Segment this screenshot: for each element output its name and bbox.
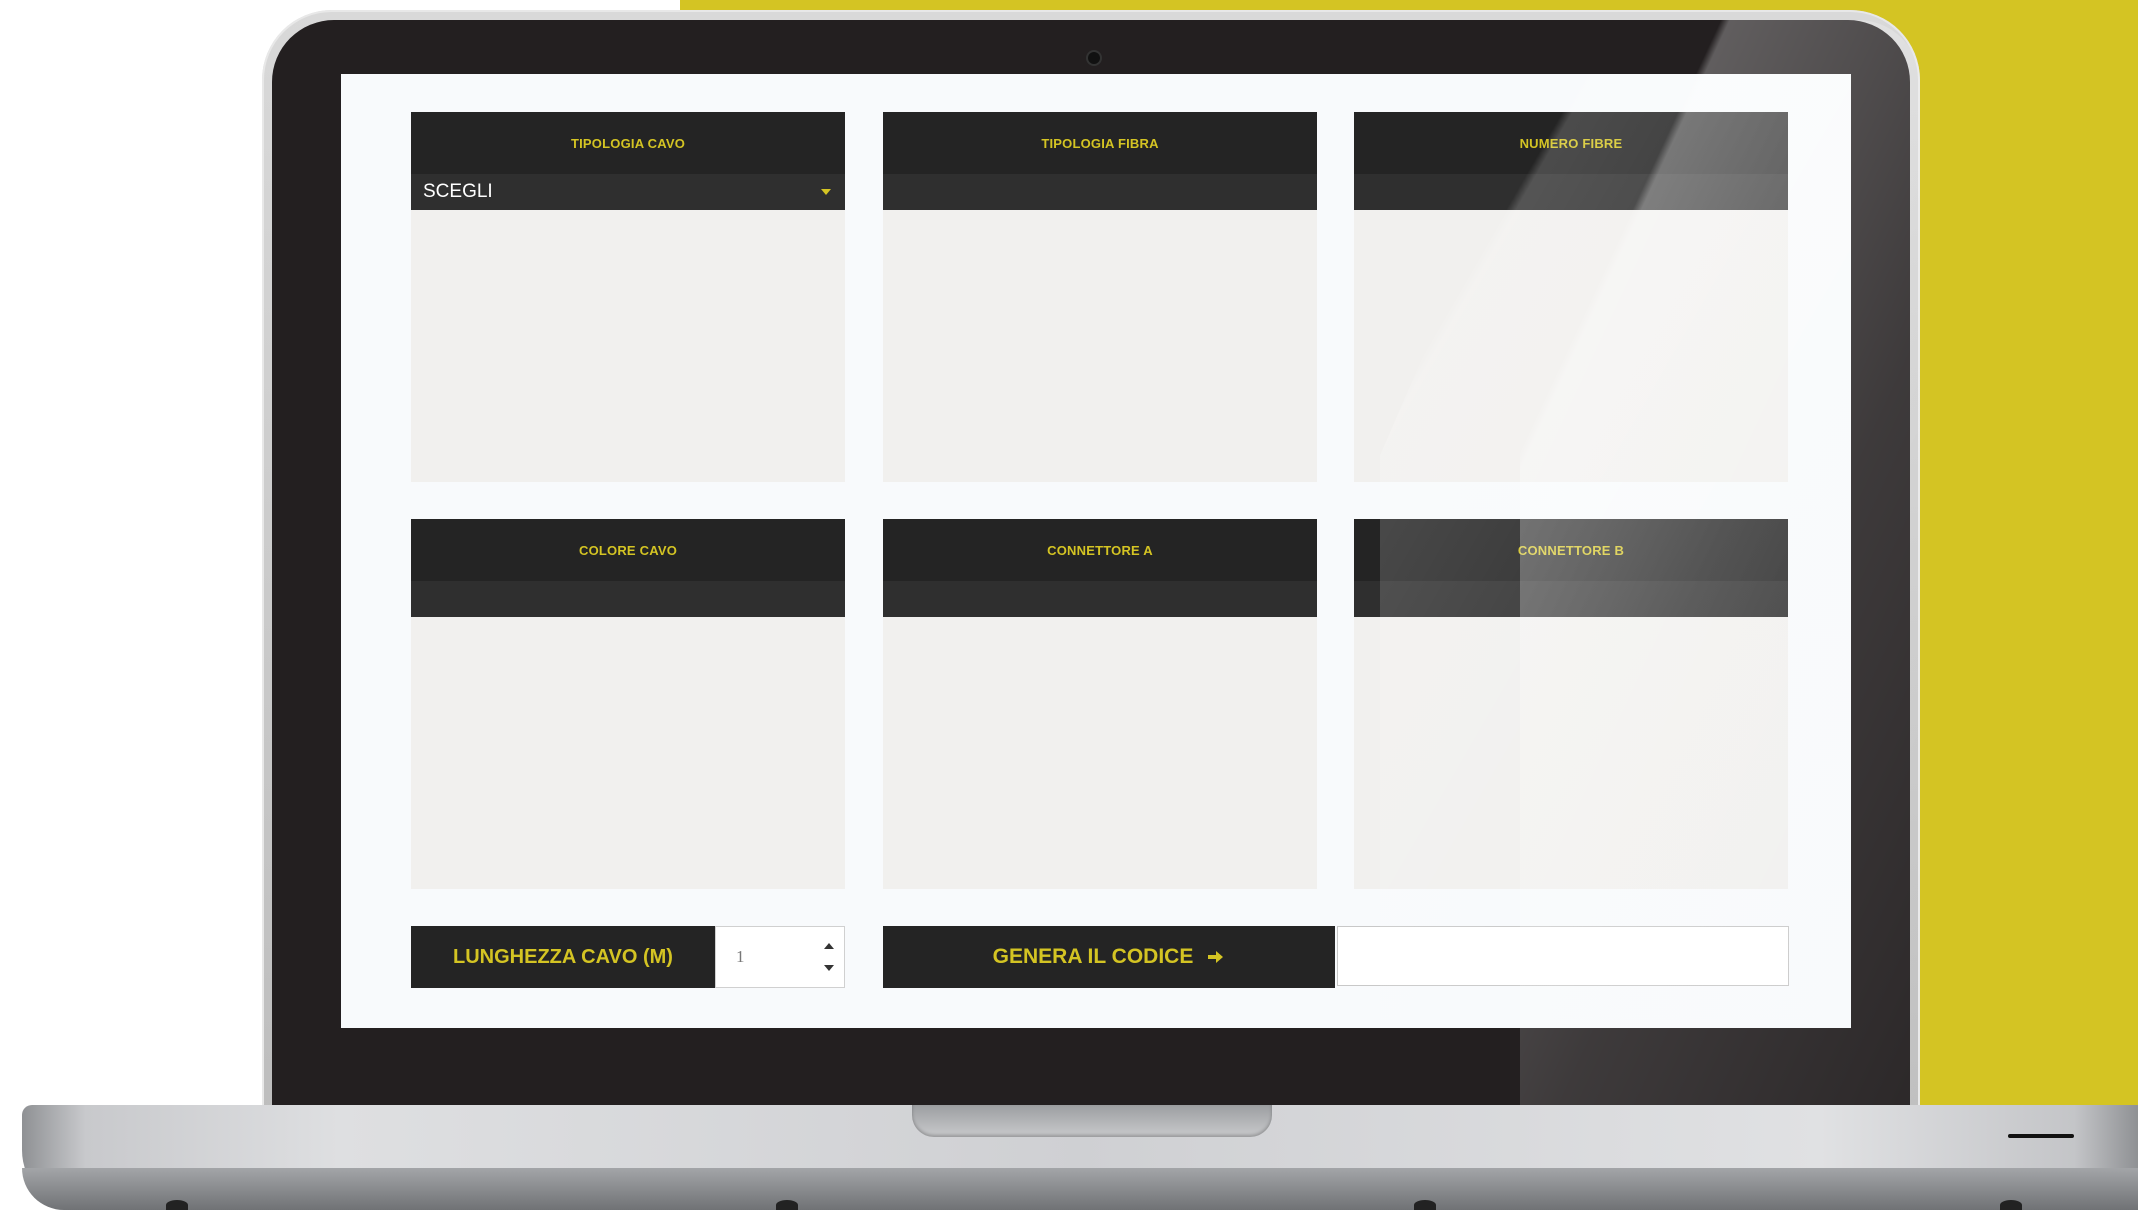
laptop-foot [166,1200,188,1210]
laptop-foot [2000,1200,2022,1210]
connettore-b-select[interactable] [1354,581,1788,617]
generate-code-label: GENERA IL CODICE [992,945,1194,968]
panel-colore-cavo: COLORE CAVO [411,519,845,889]
laptop-base-lower [22,1168,2138,1210]
length-row: LUNGHEZZA CAVO (M) [411,926,845,988]
panel-numero-fibre: NUMERO FIBRE [1354,112,1788,482]
generate-row: GENERA IL CODICE [883,926,1789,988]
panel-header: TIPOLOGIA FIBRA [883,112,1317,174]
caret-down-icon [821,189,831,195]
laptop-screen: TIPOLOGIA CAVO SCEGLI TIPOLOGIA FIBRA NU… [341,74,1851,1028]
panel-header: COLORE CAVO [411,519,845,581]
panel-connettore-a: CONNETTORE A [883,519,1317,889]
generated-code-output[interactable] [1337,926,1789,986]
panel-tipologia-cavo: TIPOLOGIA CAVO SCEGLI [411,112,845,482]
panel-header: CONNETTORE A [883,519,1317,581]
length-field[interactable] [715,926,845,988]
stepper-up-icon[interactable] [824,943,834,949]
numero-fibre-select[interactable] [1354,174,1788,210]
connettore-a-select[interactable] [883,581,1317,617]
panel-header: CONNETTORE B [1354,519,1788,581]
panel-header: TIPOLOGIA CAVO [411,112,845,174]
colore-cavo-select[interactable] [411,581,845,617]
generate-code-button[interactable]: GENERA IL CODICE [883,926,1335,988]
select-value: SCEGLI [423,181,493,202]
length-input[interactable] [734,946,808,968]
panel-header: NUMERO FIBRE [1354,112,1788,174]
length-label: LUNGHEZZA CAVO (M) [411,926,715,988]
number-stepper-icon[interactable] [822,943,836,971]
panel-connettore-b: CONNETTORE B [1354,519,1788,889]
laptop-notch [912,1105,1272,1137]
tipologia-cavo-select[interactable]: SCEGLI [411,174,845,210]
indicator-light-icon [2008,1134,2074,1138]
panel-tipologia-fibra: TIPOLOGIA FIBRA [883,112,1317,482]
arrow-right-icon [1208,951,1224,963]
laptop-foot [1414,1200,1436,1210]
tipologia-fibra-select[interactable] [883,174,1317,210]
stepper-down-icon[interactable] [824,965,834,971]
laptop-foot [776,1200,798,1210]
webcam-icon [1088,52,1100,64]
